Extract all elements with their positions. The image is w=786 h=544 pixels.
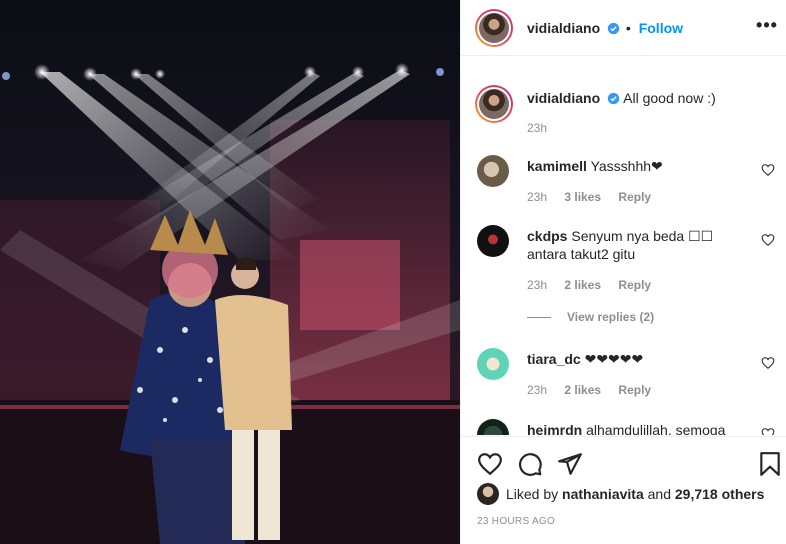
reply-button[interactable]: Reply [618, 383, 651, 397]
comment-time[interactable]: 23h [527, 383, 547, 397]
comment-likes[interactable]: 2 likes [564, 278, 601, 292]
follow-button[interactable]: Follow [639, 20, 683, 36]
liker-username[interactable]: nathaniavita [562, 486, 644, 502]
author-username[interactable]: vidialdiano [527, 20, 600, 36]
comment-likes[interactable]: 3 likes [564, 190, 601, 204]
concert-stage-image [0, 63, 460, 544]
post-photo[interactable] [0, 0, 460, 544]
comment-likes[interactable]: 2 likes [564, 383, 601, 397]
like-comment-heart-icon[interactable] [761, 427, 775, 435]
commenter-username[interactable]: ckdps [527, 228, 567, 244]
comments-list[interactable]: vidialdiano All good now :) 23h kamimell… [461, 57, 786, 435]
more-options-icon[interactable]: ••• [755, 14, 779, 38]
reply-button[interactable]: Reply [618, 190, 651, 204]
post-header: vidialdiano • Follow ••• [461, 0, 786, 56]
view-replies-label: View replies (2) [567, 310, 655, 324]
comment-icon[interactable] [517, 451, 543, 477]
replies-divider [527, 317, 551, 319]
caption-avatar[interactable] [475, 85, 513, 123]
author-avatar[interactable] [475, 9, 513, 47]
comment-text: alhamdulillah, semoga [586, 422, 726, 435]
commenter-avatar[interactable] [477, 155, 509, 187]
like-comment-heart-icon[interactable] [761, 233, 775, 247]
post-timestamp[interactable]: 23 HOURS AGO [477, 516, 555, 527]
likes-count[interactable]: 29,718 others [675, 486, 765, 502]
caption-time[interactable]: 23h [527, 121, 547, 135]
verified-icon [607, 92, 620, 105]
reply-button[interactable]: Reply [618, 278, 651, 292]
comment-text: ❤❤❤❤❤ [584, 351, 644, 367]
commenter-username[interactable]: kamimell [527, 158, 587, 174]
like-comment-heart-icon[interactable] [761, 356, 775, 370]
bookmark-icon[interactable] [757, 451, 783, 477]
post-footer: Liked by nathaniavita and 29,718 others … [461, 436, 786, 544]
comment-text: Yassshhh❤ [590, 158, 663, 174]
commenter-avatar[interactable] [477, 348, 509, 380]
liker-avatar[interactable] [477, 483, 499, 505]
view-replies-button[interactable]: View replies (2) [527, 310, 654, 324]
share-icon[interactable] [557, 451, 583, 477]
commenter-avatar[interactable] [477, 225, 509, 257]
separator-dot: • [625, 20, 631, 36]
liked-by-label: Liked by [506, 486, 559, 502]
verified-icon [607, 22, 620, 35]
like-comment-heart-icon[interactable] [761, 163, 775, 177]
comment-time[interactable]: 23h [527, 190, 547, 204]
comment-time[interactable]: 23h [527, 278, 547, 292]
caption-text: All good now :) [623, 90, 716, 106]
post-side-panel: vidialdiano • Follow ••• vidialdiano All… [460, 0, 786, 544]
heart-icon[interactable] [477, 451, 503, 477]
liked-and-label: and [647, 486, 671, 502]
commenter-username[interactable]: tiara_dc [527, 351, 581, 367]
caption-username[interactable]: vidialdiano [527, 90, 600, 106]
commenter-avatar[interactable] [477, 419, 509, 435]
commenter-username[interactable]: heimrdn [527, 422, 582, 435]
